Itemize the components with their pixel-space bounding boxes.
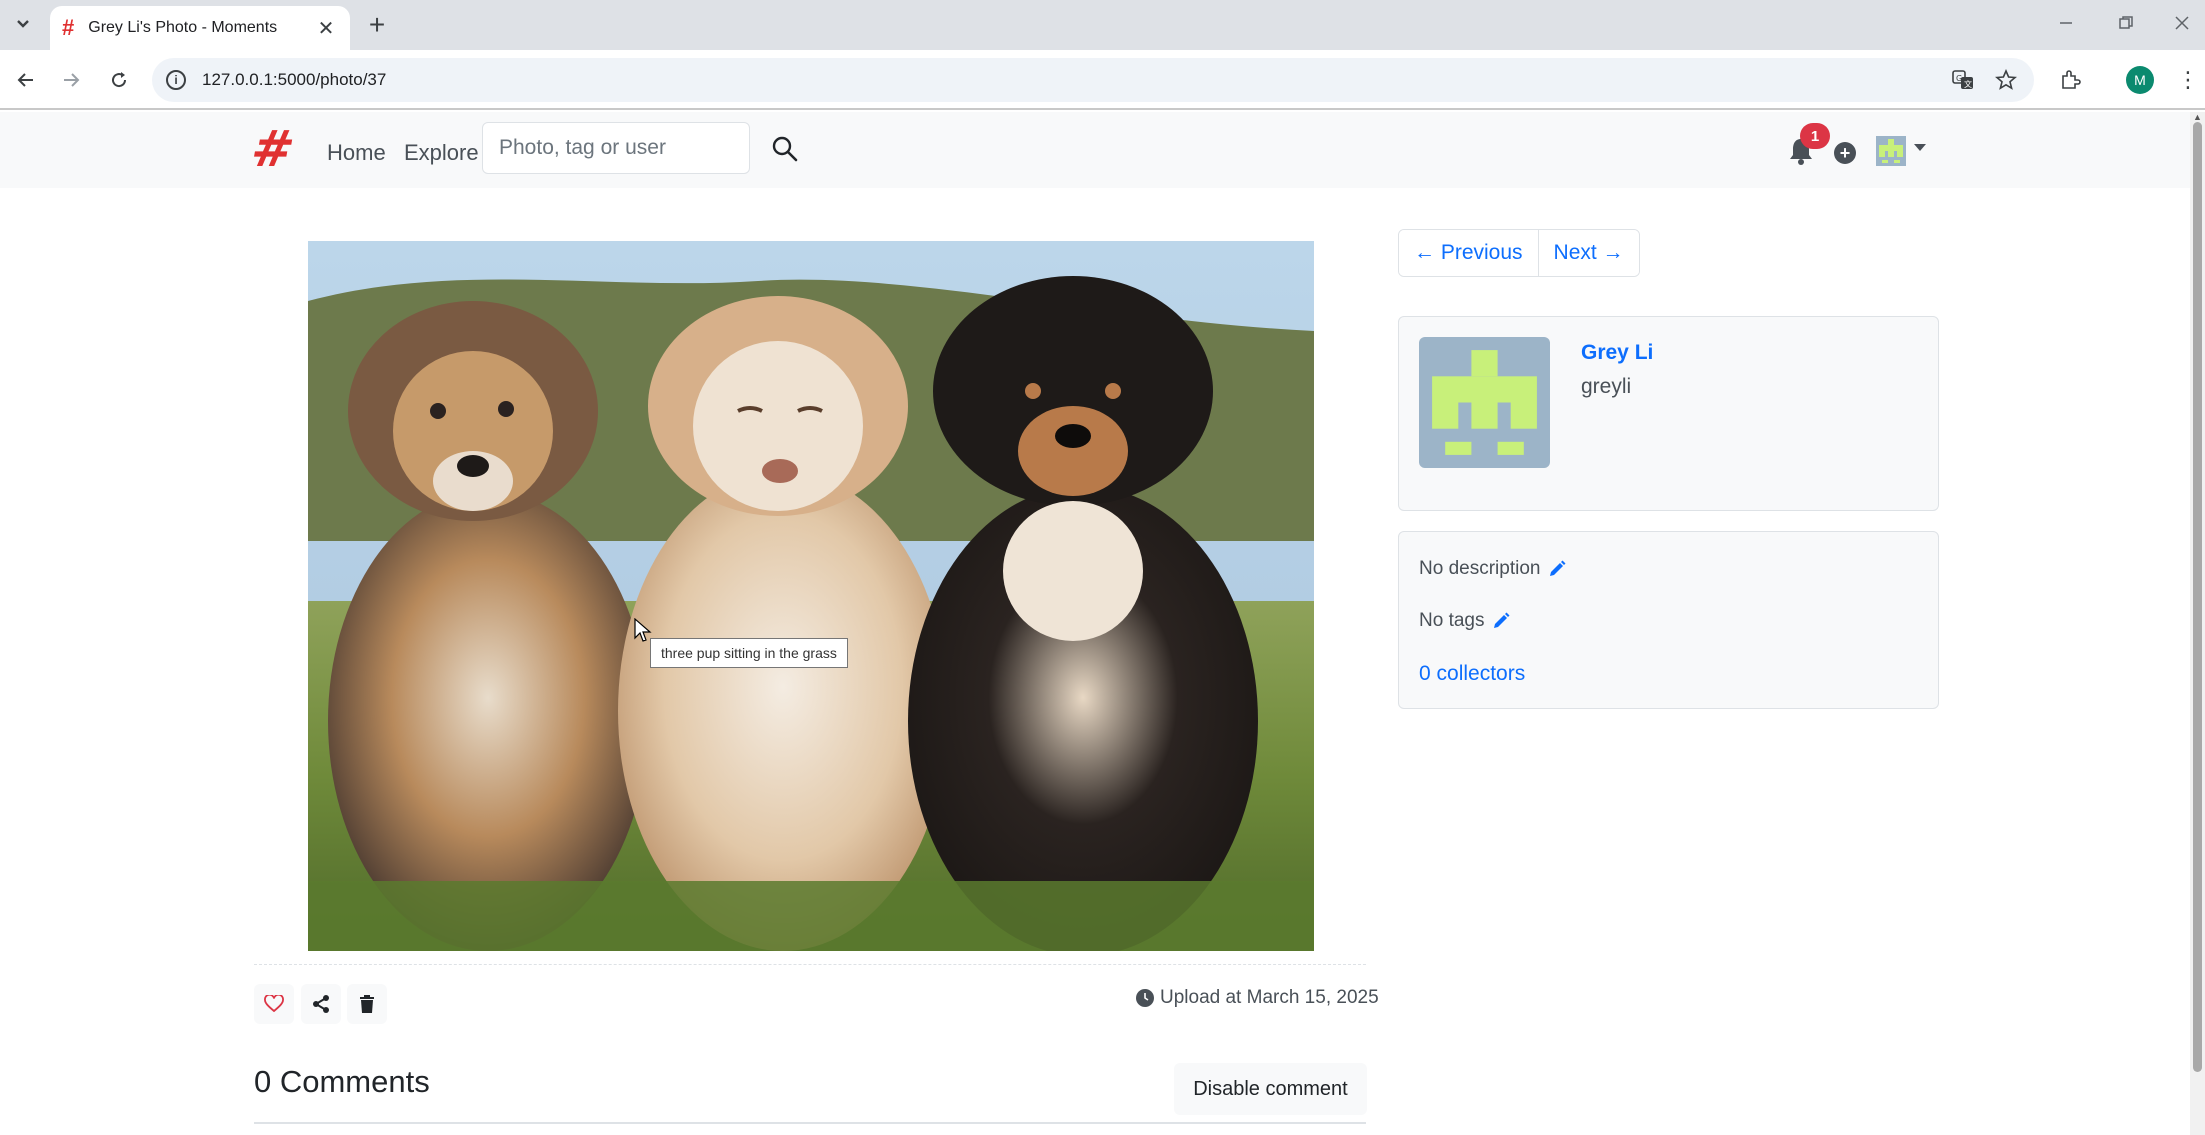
browser-tab-bar: # Grey Li's Photo - Moments ✕ + [0, 0, 2205, 50]
page-scrollbar[interactable]: ▲ [2190, 112, 2205, 1135]
browser-profile-avatar[interactable]: M [2126, 66, 2154, 94]
upload-date-text: Upload at March 15, 2025 [1160, 987, 1379, 1008]
photo-tooltip: three pup sitting in the grass [650, 638, 848, 668]
caret-down-icon[interactable] [1914, 144, 1926, 151]
edit-tags-pencil-icon[interactable] [1492, 612, 1510, 630]
close-icon[interactable]: ✕ [314, 16, 338, 41]
edit-description-pencil-icon[interactable] [1548, 560, 1566, 578]
user-avatar-menu[interactable] [1876, 136, 1906, 166]
puppies-photo-image [308, 241, 1314, 951]
nav-explore-link[interactable]: Explore [404, 140, 479, 166]
new-tab-button[interactable]: + [362, 10, 392, 40]
description-row: No description [1419, 558, 1566, 580]
tab-search-button[interactable] [8, 9, 38, 39]
site-info-icon[interactable]: i [166, 70, 186, 90]
back-arrow-icon[interactable] [10, 64, 42, 96]
share-button[interactable] [301, 984, 341, 1024]
notification-badge: 1 [1800, 123, 1830, 149]
share-icon [313, 995, 329, 1013]
brand-logo[interactable]: # [247, 120, 299, 178]
delete-button[interactable] [347, 984, 387, 1024]
search-input[interactable] [482, 122, 750, 174]
restore-icon[interactable] [2106, 8, 2146, 38]
photo-pager: ← Previous Next → [1398, 229, 1640, 277]
author-card: Grey Li greyli [1398, 316, 1939, 511]
browser-toolbar: i 127.0.0.1:5000/photo/37 G文 M ⋮ [0, 50, 2205, 110]
minimize-icon[interactable] [2046, 8, 2086, 38]
favicon-hash-icon: # [62, 15, 75, 40]
scroll-up-arrow-icon[interactable]: ▲ [2193, 112, 2202, 122]
address-bar[interactable]: i 127.0.0.1:5000/photo/37 [152, 58, 2034, 102]
heart-icon [264, 995, 284, 1013]
author-username: greyli [1581, 375, 1632, 398]
previous-photo-link[interactable]: ← Previous [1399, 230, 1538, 276]
page-content: # Home Explore 1 + [0, 112, 2190, 1135]
search-icon[interactable] [770, 134, 800, 164]
disable-comment-button[interactable]: Disable comment [1174, 1063, 1367, 1115]
site-navbar: # Home Explore 1 + [0, 112, 2190, 188]
nav-home-link[interactable]: Home [327, 140, 386, 166]
description-text: No description [1419, 558, 1541, 579]
forward-arrow-icon[interactable] [55, 64, 87, 96]
clock-icon [1136, 989, 1154, 1007]
comments-divider [254, 1122, 1366, 1124]
trash-icon [360, 995, 374, 1013]
bookmark-star-icon[interactable] [1990, 64, 2022, 96]
photo-info-card: No description No tags 0 collectors [1398, 531, 1939, 709]
svg-text:文: 文 [1964, 79, 1972, 89]
browser-tab-active[interactable]: # Grey Li's Photo - Moments ✕ [50, 6, 350, 50]
extensions-icon[interactable] [2054, 64, 2086, 96]
tags-text: No tags [1419, 610, 1485, 631]
url-text: 127.0.0.1:5000/photo/37 [202, 70, 387, 89]
upload-date: Upload at March 15, 2025 [1136, 987, 1379, 1009]
photo-divider [254, 964, 1366, 965]
collectors-link[interactable]: 0 collectors [1419, 662, 1525, 686]
translate-icon[interactable]: G文 [1947, 64, 1979, 96]
tags-row: No tags [1419, 610, 1510, 632]
window-close-icon[interactable] [2162, 8, 2202, 38]
chevron-down-icon [17, 20, 29, 28]
reload-icon[interactable] [103, 64, 135, 96]
svg-text:G: G [1956, 74, 1962, 83]
upload-plus-icon[interactable]: + [1834, 142, 1856, 164]
tab-title: Grey Li's Photo - Moments [88, 19, 278, 36]
comments-heading: 0 Comments [254, 1064, 430, 1099]
scrollbar-thumb[interactable] [2193, 122, 2202, 1072]
more-menu-icon[interactable]: ⋮ [2177, 64, 2199, 96]
author-name-link[interactable]: Grey Li [1581, 341, 1653, 365]
main-photo[interactable] [308, 241, 1314, 951]
author-avatar[interactable] [1419, 337, 1550, 468]
like-button[interactable] [254, 984, 294, 1024]
next-photo-link[interactable]: Next → [1537, 230, 1639, 276]
